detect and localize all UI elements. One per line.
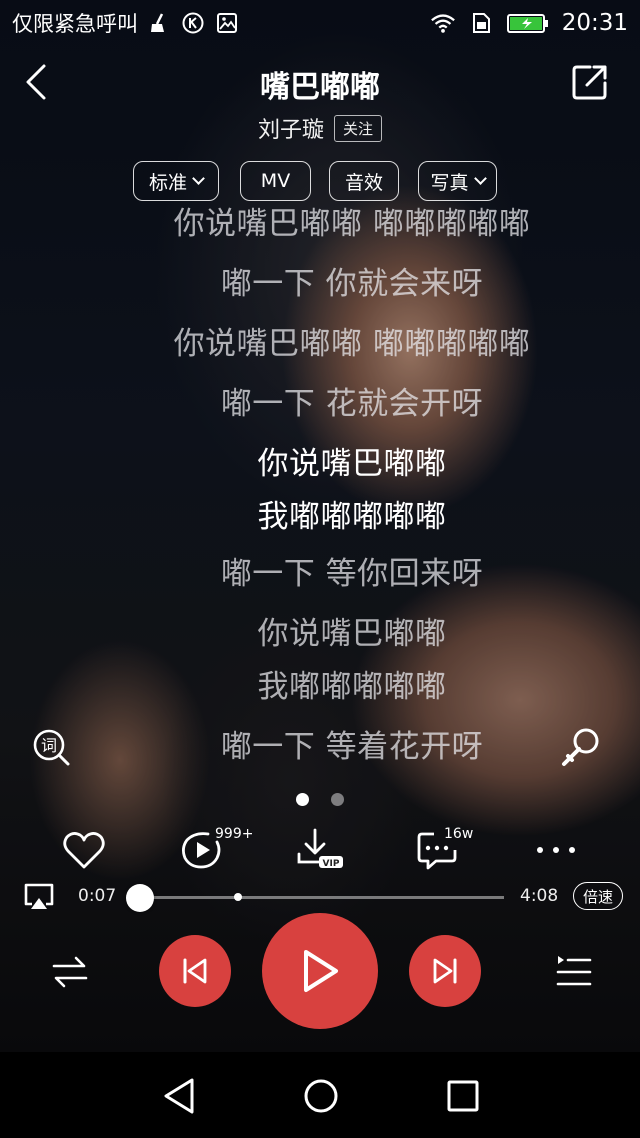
artist-name[interactable]: 刘子璇 [258, 112, 324, 144]
emergency-calls-only-text: 仅限紧急呼叫 [12, 12, 138, 36]
k-circle-icon [180, 12, 206, 34]
airplay-icon[interactable] [22, 880, 56, 914]
buffer-marker [234, 893, 242, 901]
system-nav-bar [0, 1052, 640, 1138]
lyric-search-button[interactable]: 词 [32, 728, 72, 768]
lyric-line: 你说嘴巴嘟嘟 嘟嘟嘟嘟嘟 [173, 206, 531, 242]
artist-row: 刘子璇 关注 [0, 112, 640, 144]
battery-charging-icon [506, 12, 550, 34]
share-button[interactable] [570, 62, 610, 102]
chevron-down-icon [473, 172, 487, 185]
lyric-line: 你说嘴巴嘟嘟 嘟嘟嘟嘟嘟 [173, 326, 531, 362]
page-dot [331, 793, 344, 806]
progress-knob[interactable] [126, 884, 154, 912]
like-button[interactable] [60, 826, 110, 876]
next-track-button[interactable] [409, 935, 481, 1007]
progress-slider[interactable] [126, 884, 504, 912]
total-duration: 4:08 [520, 886, 559, 906]
vip-badge: VIP [323, 859, 340, 869]
playlist-button[interactable] [554, 952, 594, 992]
playback-speed-button[interactable]: 倍速 [573, 882, 623, 910]
comment-count-badge: 16w [444, 826, 474, 842]
next-icon [433, 958, 457, 984]
comments-button[interactable]: 16w [414, 826, 473, 876]
lyric-line: 嘟一下 你就会来呀 [220, 266, 484, 302]
song-title: 嘴巴嘟嘟 [260, 70, 380, 105]
broom-icon [146, 12, 172, 34]
previous-icon [183, 958, 207, 984]
previous-track-button[interactable] [159, 935, 231, 1007]
photo-dropdown[interactable]: 写真 [418, 161, 497, 201]
lyric-line: 嘟一下 花就会开呀 [220, 386, 484, 422]
quality-label: 标准 [148, 171, 187, 194]
mv-label: MV [260, 170, 291, 192]
lyric-line: 嘟一下 等着花开呀 [220, 729, 484, 765]
lyric-line: 你说嘴巴嘟嘟 [257, 616, 447, 652]
sound-effect-label: 音效 [344, 171, 383, 194]
follow-button[interactable]: 关注 [334, 114, 383, 142]
option-pills: 标准 MV 音效 写真 [0, 161, 640, 201]
lyric-line-current: 你说嘴巴嘟嘟 [257, 446, 447, 482]
progress-row: 0:07 4:08 倍速 [0, 878, 640, 918]
mv-button[interactable]: MV [240, 161, 311, 201]
nav-home-icon[interactable] [301, 1076, 341, 1116]
wifi-icon [430, 12, 456, 34]
page-indicator [0, 793, 640, 806]
lyric-search-label: 词 [41, 736, 57, 755]
play-icon [304, 950, 338, 992]
lyric-line: 嘟一下 等你回来呀 [220, 556, 484, 592]
microphone-icon[interactable] [558, 726, 602, 770]
page-dot-active [296, 793, 309, 806]
nav-recents-icon[interactable] [443, 1076, 483, 1116]
download-button[interactable]: VIP [295, 826, 345, 876]
quality-dropdown[interactable]: 标准 [133, 161, 219, 201]
lyric-line: 我嘟嘟嘟嘟嘟 [257, 669, 447, 705]
chevron-down-icon [192, 172, 205, 185]
clock-time: 20:31 [561, 10, 628, 36]
nav-back-icon[interactable] [160, 1076, 200, 1116]
photo-label: 写真 [430, 171, 469, 194]
player-header: 嘴巴嘟嘟 [0, 54, 640, 114]
sim-icon [468, 12, 494, 34]
status-bar: 仅限紧急呼叫 20:31 [0, 0, 640, 46]
sound-effect-button[interactable]: 音效 [329, 161, 399, 201]
elapsed-time: 0:07 [78, 886, 117, 906]
image-icon [214, 12, 240, 34]
shuffle-mode-button[interactable] [50, 952, 90, 992]
play-button[interactable] [262, 913, 378, 1029]
more-options-button[interactable] [532, 826, 582, 876]
play-count-button[interactable]: 999+ [178, 826, 253, 876]
lyric-line-current: 我嘟嘟嘟嘟嘟 [257, 499, 447, 535]
play-count-badge: 999+ [215, 826, 254, 842]
